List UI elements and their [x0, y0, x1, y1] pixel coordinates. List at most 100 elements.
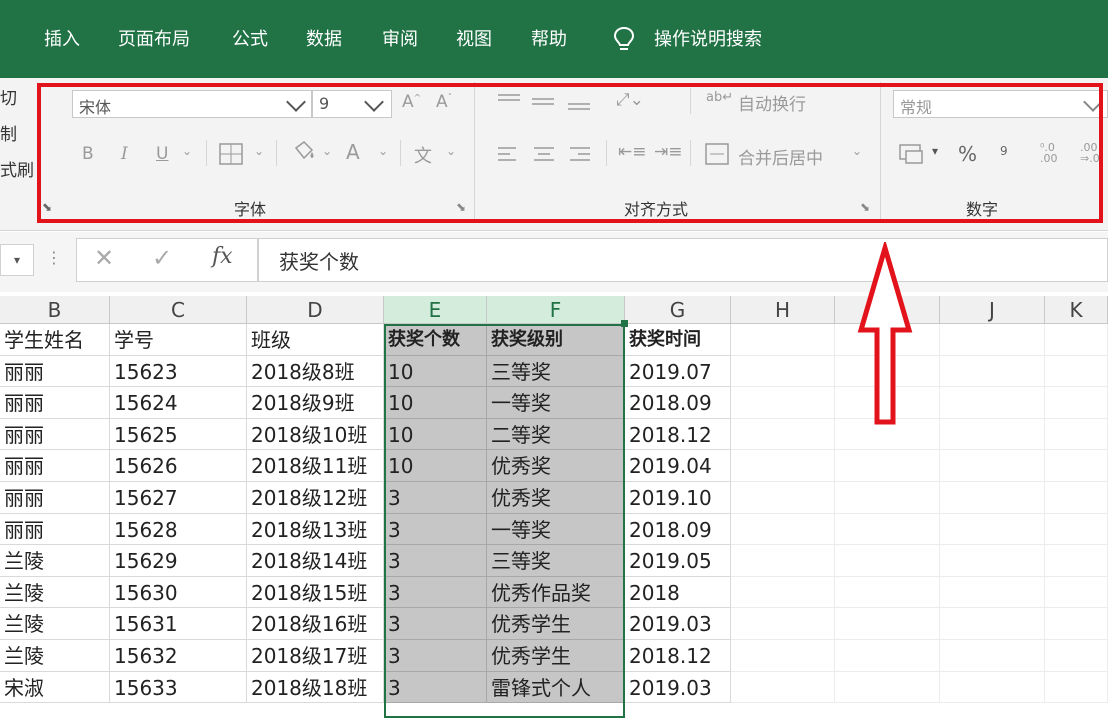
header-cell-class[interactable]: 班级 [247, 324, 384, 356]
tab-help[interactable]: 帮助 [531, 24, 567, 56]
cell-award-count[interactable]: 3 [384, 608, 487, 640]
cell-student-name[interactable]: 丽丽 [0, 355, 110, 388]
cell-student-name[interactable]: 丽丽 [0, 513, 110, 546]
column-header-c[interactable]: C [110, 296, 247, 324]
decrease-indent-icon[interactable]: ⇤≡ [618, 142, 647, 162]
cell-class[interactable]: 2018级11班 [247, 450, 384, 482]
empty-cell[interactable] [731, 482, 835, 514]
cell-award-count[interactable]: 3 [384, 671, 487, 704]
cell-class[interactable]: 2018级14班 [247, 545, 384, 577]
empty-cell[interactable] [940, 671, 1045, 704]
cell-award-count[interactable]: 10 [384, 387, 487, 419]
column-header-d[interactable]: D [247, 296, 384, 324]
empty-cell[interactable] [835, 671, 940, 704]
empty-cell[interactable] [835, 576, 940, 609]
empty-cell[interactable] [731, 450, 835, 482]
fill-handle[interactable] [621, 320, 628, 327]
chevron-down-icon[interactable]: ⌄ [446, 144, 456, 158]
empty-cell[interactable] [1045, 482, 1108, 514]
empty-cell[interactable] [1045, 576, 1108, 609]
tab-formulas[interactable]: 公式 [232, 24, 268, 56]
cell-award-level[interactable]: 三等奖 [487, 545, 625, 577]
chevron-down-icon[interactable]: ⌄ [254, 144, 264, 158]
header-cell-student-id[interactable]: 学号 [110, 324, 247, 356]
chevron-down-icon[interactable]: ⌄ [378, 144, 388, 158]
column-header-b[interactable]: B [0, 296, 110, 324]
empty-cell[interactable] [835, 545, 940, 577]
cell-class[interactable]: 2018级9班 [247, 387, 384, 419]
empty-cell[interactable] [731, 418, 835, 451]
cell-student-name[interactable]: 兰陵 [0, 576, 110, 609]
cell-student-name[interactable]: 丽丽 [0, 482, 110, 514]
column-header-k[interactable]: K [1045, 296, 1108, 324]
cell-award-level[interactable]: 雷锋式个人 [487, 671, 625, 704]
bold-button[interactable]: B [82, 144, 94, 164]
vertical-align-icons[interactable] [496, 92, 596, 114]
empty-cell[interactable] [1045, 513, 1108, 546]
cell-class[interactable]: 2018级12班 [247, 482, 384, 514]
chevron-down-icon[interactable]: ⌄ [182, 144, 192, 158]
header-cell-award-count[interactable]: 获奖个数 [384, 324, 487, 356]
cell-student-id[interactable]: 15628 [110, 513, 247, 546]
cell-class[interactable]: 2018级13班 [247, 513, 384, 546]
tab-review[interactable]: 审阅 [382, 24, 418, 56]
chevron-down-icon[interactable]: ⌄ [322, 144, 332, 158]
cell-student-name[interactable]: 丽丽 [0, 387, 110, 419]
cell-student-id[interactable]: 15631 [110, 608, 247, 640]
insert-function-button[interactable]: fx [212, 244, 233, 269]
cell-award-time[interactable]: 2019.10 [625, 482, 731, 514]
cell-award-count[interactable]: 10 [384, 418, 487, 451]
font-name-combo[interactable]: 宋体 [72, 90, 312, 118]
empty-cell[interactable] [1045, 387, 1108, 419]
cell-class[interactable]: 2018级16班 [247, 608, 384, 640]
cell-award-time[interactable]: 2018 [625, 576, 731, 609]
tab-home-partial[interactable] [0, 24, 8, 56]
cell-award-count[interactable]: 3 [384, 576, 487, 609]
cell-award-time[interactable]: 2018.12 [625, 418, 731, 451]
empty-cell[interactable] [1045, 355, 1108, 388]
empty-cell[interactable] [940, 387, 1045, 419]
number-format-combo[interactable]: 常规 [893, 90, 1108, 118]
cell-award-count[interactable]: 3 [384, 640, 487, 672]
cell-award-level[interactable]: 优秀学生 [487, 608, 625, 640]
empty-cell[interactable] [940, 482, 1045, 514]
formula-input[interactable]: 获奖个数 [258, 238, 1108, 282]
cell-student-name[interactable]: 宋淑 [0, 671, 110, 704]
increase-indent-icon[interactable]: ⇥≡ [654, 142, 683, 162]
empty-cell[interactable] [1045, 608, 1108, 640]
cell-award-level[interactable]: 优秀作品奖 [487, 576, 625, 609]
cell-award-count[interactable]: 10 [384, 450, 487, 482]
phonetic-guide-button[interactable]: 文 [414, 142, 432, 168]
cell-student-name[interactable]: 兰陵 [0, 640, 110, 672]
borders-icon[interactable] [218, 142, 244, 166]
cell-award-time[interactable]: 2019.03 [625, 608, 731, 640]
empty-cell[interactable] [940, 418, 1045, 451]
empty-cell[interactable] [731, 640, 835, 672]
increase-decimal-icon[interactable]: ⁰.0.00 [1040, 142, 1058, 164]
cell-student-name[interactable]: 丽丽 [0, 450, 110, 482]
empty-cell[interactable] [940, 608, 1045, 640]
empty-cell[interactable] [731, 671, 835, 704]
cell-award-level[interactable]: 优秀奖 [487, 450, 625, 482]
cell-student-id[interactable]: 15626 [110, 450, 247, 482]
cell-class[interactable]: 2018级18班 [247, 671, 384, 704]
cell-student-id[interactable]: 15624 [110, 387, 247, 419]
increase-font-button[interactable]: A^ [402, 92, 421, 112]
cell-class[interactable]: 2018级17班 [247, 640, 384, 672]
underline-button[interactable]: U [156, 144, 168, 164]
accounting-format-icon[interactable] [898, 142, 926, 166]
empty-cell[interactable] [835, 450, 940, 482]
cell-class[interactable]: 2018级15班 [247, 576, 384, 609]
cell-award-time[interactable]: 2019.07 [625, 355, 731, 388]
tab-data[interactable]: 数据 [306, 24, 342, 56]
tab-view[interactable]: 视图 [456, 24, 492, 56]
empty-cell[interactable] [1045, 640, 1108, 672]
cancel-icon[interactable]: ✕ [94, 244, 114, 272]
cell-student-id[interactable]: 15629 [110, 545, 247, 577]
empty-cell[interactable] [731, 355, 835, 388]
cell-award-count[interactable]: 10 [384, 355, 487, 388]
cell-award-time[interactable]: 2018.12 [625, 640, 731, 672]
font-color-button[interactable]: A [346, 140, 360, 164]
tab-page-layout[interactable]: 页面布局 [118, 24, 190, 56]
cell-award-count[interactable]: 3 [384, 545, 487, 577]
